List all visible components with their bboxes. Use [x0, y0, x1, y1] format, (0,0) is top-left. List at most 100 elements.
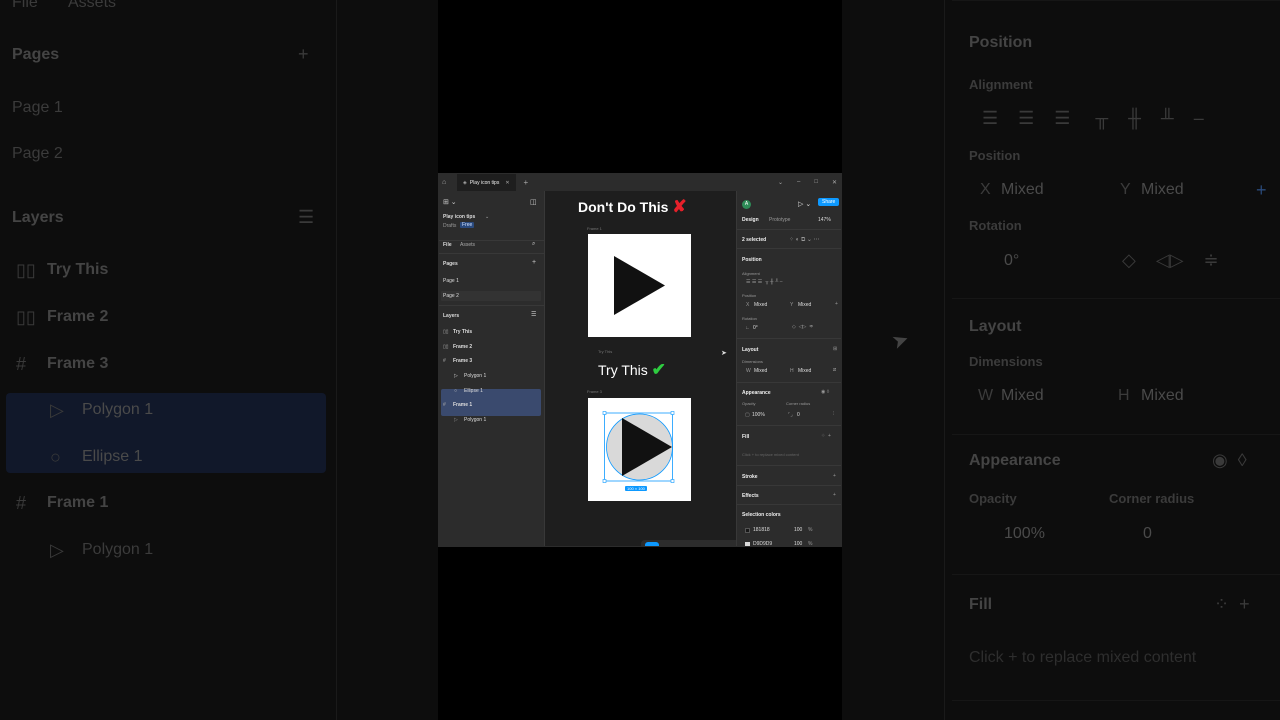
w-field[interactable]: Mixed	[754, 368, 767, 374]
home-icon[interactable]: ⌂	[442, 179, 452, 186]
frame1-label[interactable]: Frame 1	[587, 226, 602, 231]
effects-heading: Effects	[742, 493, 759, 499]
bg-layout-heading: Layout	[969, 318, 1022, 335]
appearance-heading: Appearance	[742, 390, 771, 396]
avatar[interactable]: A	[742, 200, 751, 209]
file-tab-title: Play icon tips	[469, 179, 500, 186]
ellipse-icon: ○	[454, 388, 458, 394]
zoom-level[interactable]: 147%	[818, 217, 831, 223]
color-opacity-1[interactable]: 100	[794, 527, 802, 533]
percent-sign-2: %	[808, 541, 813, 547]
text-tool-icon[interactable]: T	[720, 542, 734, 547]
bg-ellipse-icon: ○	[50, 447, 61, 467]
try-this-frame-label[interactable]: Try This	[598, 349, 612, 354]
page-item-1[interactable]: Page 1	[443, 278, 459, 284]
move-tool-icon[interactable]: ⬉	[645, 542, 659, 546]
autolayout-toggle-icon[interactable]: ⊞	[833, 346, 837, 352]
layer-frame3[interactable]: Frame 3	[453, 358, 472, 364]
bg-w-value: Mixed	[1001, 387, 1044, 404]
alignment-icons[interactable]: ☰ ☰ ☰ ╥ ╫ ╨ –	[746, 279, 783, 285]
fill-styles-icon[interactable]: ⁘ +	[821, 433, 831, 439]
new-tab-icon[interactable]: +	[524, 178, 529, 187]
search-icon[interactable]: ⌕	[532, 241, 535, 248]
bg-plus-icon: +	[1256, 180, 1267, 200]
tab-file[interactable]: File	[443, 242, 452, 248]
bg-page2: Page 2	[12, 145, 63, 162]
chevron-down-icon[interactable]: ⌄	[778, 179, 783, 186]
add-effect-icon[interactable]: +	[833, 492, 836, 498]
file-tab[interactable]: ◈ Play icon tips ✕	[457, 174, 516, 191]
cross-icon: ✘	[672, 197, 687, 216]
visibility-icon[interactable]: ◉ ◊	[821, 389, 829, 395]
corner-radius-field[interactable]: 0	[797, 412, 800, 418]
resize-icon[interactable]: ⧄	[833, 367, 836, 373]
page-item-2[interactable]: Page 2	[443, 293, 459, 299]
h-field[interactable]: Mixed	[798, 368, 811, 374]
tab-design[interactable]: Design	[742, 217, 759, 223]
opacity-label: Opacity	[742, 401, 756, 406]
frame3-label[interactable]: Frame 3	[587, 389, 602, 394]
close-window-icon[interactable]: ✕	[832, 179, 837, 186]
polygon-icon: ▷	[454, 417, 458, 423]
bg-layer-ellipse1: Ellipse 1	[82, 448, 143, 465]
rotate-flip-icons[interactable]: ◇ ◁▷ ≑	[792, 324, 813, 330]
bg-pages-heading: Pages	[12, 46, 60, 63]
file-name-chevron-icon[interactable]: ⌄	[485, 214, 489, 220]
drafts-label[interactable]: Drafts	[443, 223, 456, 229]
color-hex-1[interactable]: 181818	[753, 527, 770, 533]
ellipse-tool-icon[interactable]: ○	[686, 542, 700, 547]
layer-ellipse1[interactable]: Ellipse 1	[464, 388, 483, 394]
rotation-field[interactable]: 0°	[753, 325, 758, 331]
bg-frame-icon: #	[16, 493, 27, 513]
selection-actions-icons[interactable]: ⁘ ◐ ⧉ ⌄ ⋯	[789, 236, 820, 244]
maximize-icon[interactable]: □	[814, 179, 818, 186]
position-label: Position	[742, 293, 757, 298]
present-icon[interactable]: ▷ ⌄	[798, 200, 811, 208]
tab-prototype[interactable]: Prototype	[769, 217, 790, 223]
add-stroke-icon[interactable]: +	[833, 473, 836, 479]
frame-tool-icon[interactable]: #	[669, 542, 683, 547]
y-field[interactable]: Mixed	[798, 302, 811, 308]
bg-h-value: Mixed	[1141, 387, 1184, 404]
position-heading: Position	[742, 257, 762, 263]
close-tab-icon[interactable]: ✕	[505, 180, 509, 186]
layer-try-this[interactable]: Try This	[453, 329, 472, 335]
bg-fill-heading: Fill	[969, 596, 993, 613]
bg-h-label: H	[1118, 387, 1130, 404]
add-position-icon[interactable]: +	[835, 301, 838, 307]
pen-tool-icon[interactable]: ✎	[703, 542, 717, 546]
bg-rotate-flip-icons: ◇ ◁▷ ≑	[1122, 250, 1219, 270]
layer-polygon1[interactable]: Polygon 1	[464, 373, 486, 379]
frame1[interactable]	[588, 234, 691, 337]
layer-frame2[interactable]: Frame 2	[453, 344, 472, 350]
canvas[interactable]: Don't Do This ✘ Frame 1 Try This Try Thi…	[545, 191, 841, 547]
layer-frame1[interactable]: Frame 1	[453, 402, 472, 408]
angle-icon: ∟	[745, 325, 750, 331]
opacity-field[interactable]: 100%	[752, 412, 765, 418]
main-menu-icon[interactable]: ⊞ ⌄	[443, 198, 457, 206]
minimize-icon[interactable]: –	[797, 179, 800, 186]
corner-radius-icon: ⌜⌟	[788, 412, 793, 418]
bg-w-label: W	[978, 387, 994, 404]
y-label: Y	[790, 302, 794, 308]
sidebar-toggle-icon[interactable]: ◫	[530, 198, 537, 206]
independent-corners-icon[interactable]: ⫶	[833, 411, 834, 417]
tab-assets[interactable]: Assets	[460, 242, 475, 248]
alignment-label: Alignment	[742, 271, 760, 276]
file-name[interactable]: Play icon tips	[443, 214, 475, 220]
frame3[interactable]: 100 × 100	[588, 398, 691, 501]
color-swatch-2[interactable]	[745, 542, 750, 546]
share-button[interactable]: Share	[818, 198, 840, 206]
color-opacity-2[interactable]: 100	[794, 541, 802, 546]
color-swatch-1[interactable]	[745, 528, 750, 533]
cursor-icon: ➤	[721, 350, 727, 357]
x-field[interactable]: Mixed	[754, 302, 767, 308]
add-page-icon[interactable]: +	[532, 259, 536, 266]
x-label: X	[746, 302, 750, 308]
selection-colors-heading: Selection colors	[742, 512, 781, 518]
bg-corner-radius-label: Corner radius	[1109, 491, 1195, 506]
color-hex-2[interactable]: D9D9D9	[753, 541, 772, 546]
layers-menu-icon[interactable]: ☰	[531, 311, 536, 318]
layer-polygon1-b[interactable]: Polygon 1	[464, 417, 486, 423]
pages-heading: Pages	[443, 261, 458, 267]
